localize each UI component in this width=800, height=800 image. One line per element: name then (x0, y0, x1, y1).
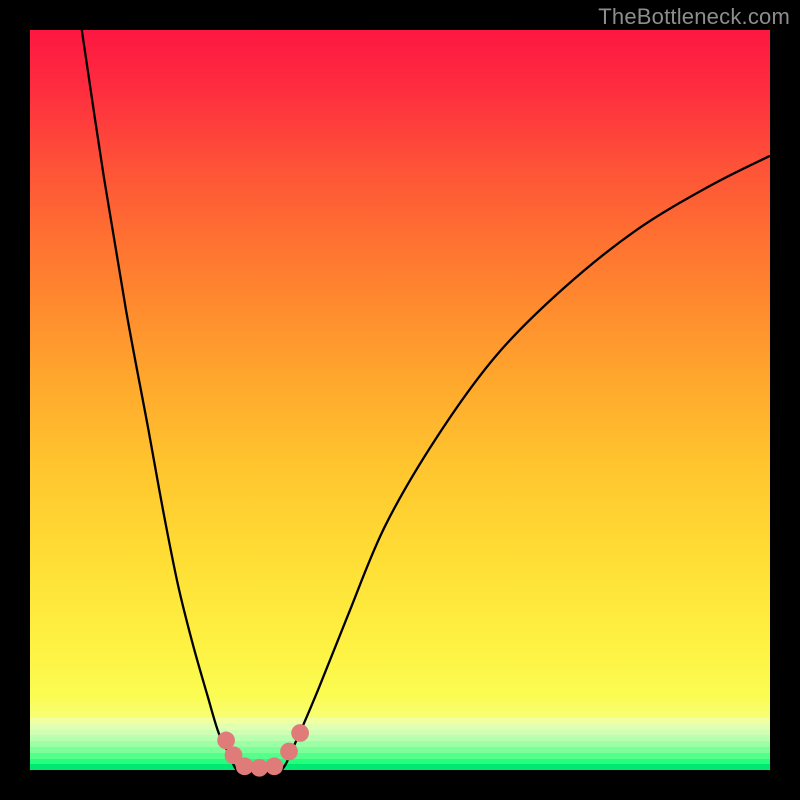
bottleneck-curve (82, 30, 770, 772)
valley-marker (291, 724, 309, 742)
curve-layer (30, 30, 770, 770)
chart-frame: TheBottleneck.com (0, 0, 800, 800)
plot-area (30, 30, 770, 770)
valley-markers-group (217, 724, 309, 777)
watermark-text: TheBottleneck.com (598, 4, 790, 30)
valley-marker (265, 757, 283, 775)
valley-marker (280, 743, 298, 761)
